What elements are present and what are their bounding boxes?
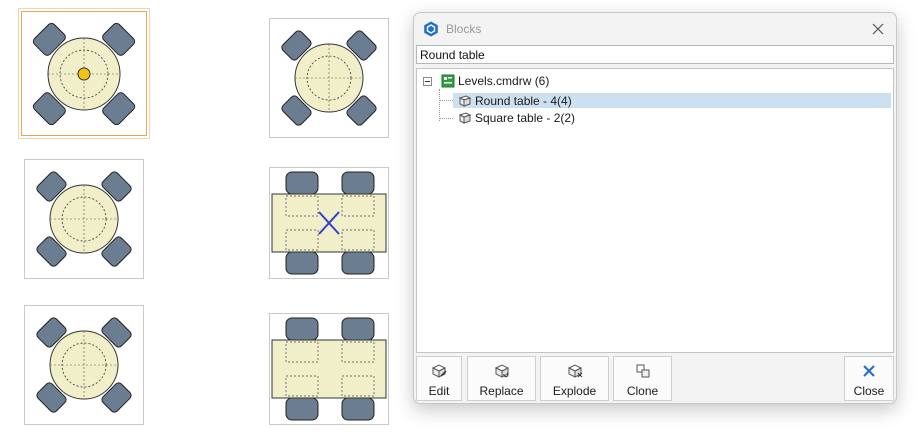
clone-button-label: Clone (626, 384, 659, 398)
square-table-preview-selected[interactable] (269, 167, 389, 279)
tree-node-label: Square table - 2(2) (475, 111, 576, 125)
edit-button-label: Edit (428, 384, 450, 398)
round-table-drawing (36, 171, 132, 267)
dialog-title: Blocks (446, 22, 482, 36)
blocks-tree[interactable]: Levels.cmdrw (6) Round table - 4(4) Squa… (416, 68, 894, 353)
close-dialog-icon (863, 365, 875, 377)
round-table-preview-selected[interactable] (18, 8, 150, 139)
close-icon[interactable] (868, 19, 888, 39)
tree-node-square-table[interactable]: Square table - 2(2) (458, 110, 658, 126)
replace-button[interactable]: Replace (467, 356, 536, 401)
edit-button[interactable]: Edit (416, 356, 462, 401)
edit-block-icon (431, 364, 447, 378)
block-cube-icon (458, 95, 472, 107)
explode-button[interactable]: Explode (540, 356, 609, 401)
replace-button-label: Replace (479, 384, 524, 398)
replace-block-icon (494, 364, 509, 378)
explode-block-icon (567, 364, 582, 378)
round-table-drawing (281, 30, 377, 126)
square-table-drawing (271, 317, 387, 421)
grip-point (77, 67, 91, 81)
round-table-drawing (36, 317, 132, 413)
collapse-toggle-icon[interactable] (423, 77, 432, 86)
blocks-app-icon (424, 21, 438, 37)
tree-node-drawing[interactable]: Levels.cmdrw (6) (441, 73, 591, 89)
close-button-label: Close (853, 384, 885, 398)
round-table-preview[interactable] (24, 305, 144, 425)
block-cube-icon (458, 112, 472, 124)
block-search-input[interactable] (416, 45, 894, 64)
square-table-preview[interactable] (269, 313, 389, 425)
round-table-preview[interactable] (24, 159, 144, 279)
dialog-toolbar: Edit Replace Explode Clone Close (414, 355, 896, 403)
drawing-file-icon (441, 74, 455, 88)
tree-node-round-table[interactable]: Round table - 4(4) (458, 93, 658, 109)
square-table-drawing (271, 171, 387, 275)
tree-connector (439, 89, 440, 121)
dialog-titlebar[interactable]: Blocks (414, 13, 896, 45)
blocks-dialog: Blocks Levels.cmdrw (6) (413, 12, 897, 404)
explode-button-label: Explode (552, 384, 597, 398)
tree-node-label: Round table - 4(4) (475, 94, 572, 108)
tree-node-label: Levels.cmdrw (6) (458, 74, 550, 88)
round-table-drawing (32, 22, 136, 126)
tree-connector (439, 100, 453, 101)
clone-button[interactable]: Clone (613, 356, 672, 401)
clone-block-icon (636, 364, 649, 378)
round-table-preview[interactable] (269, 18, 389, 138)
close-button[interactable]: Close (844, 356, 894, 401)
tree-connector (439, 118, 453, 119)
